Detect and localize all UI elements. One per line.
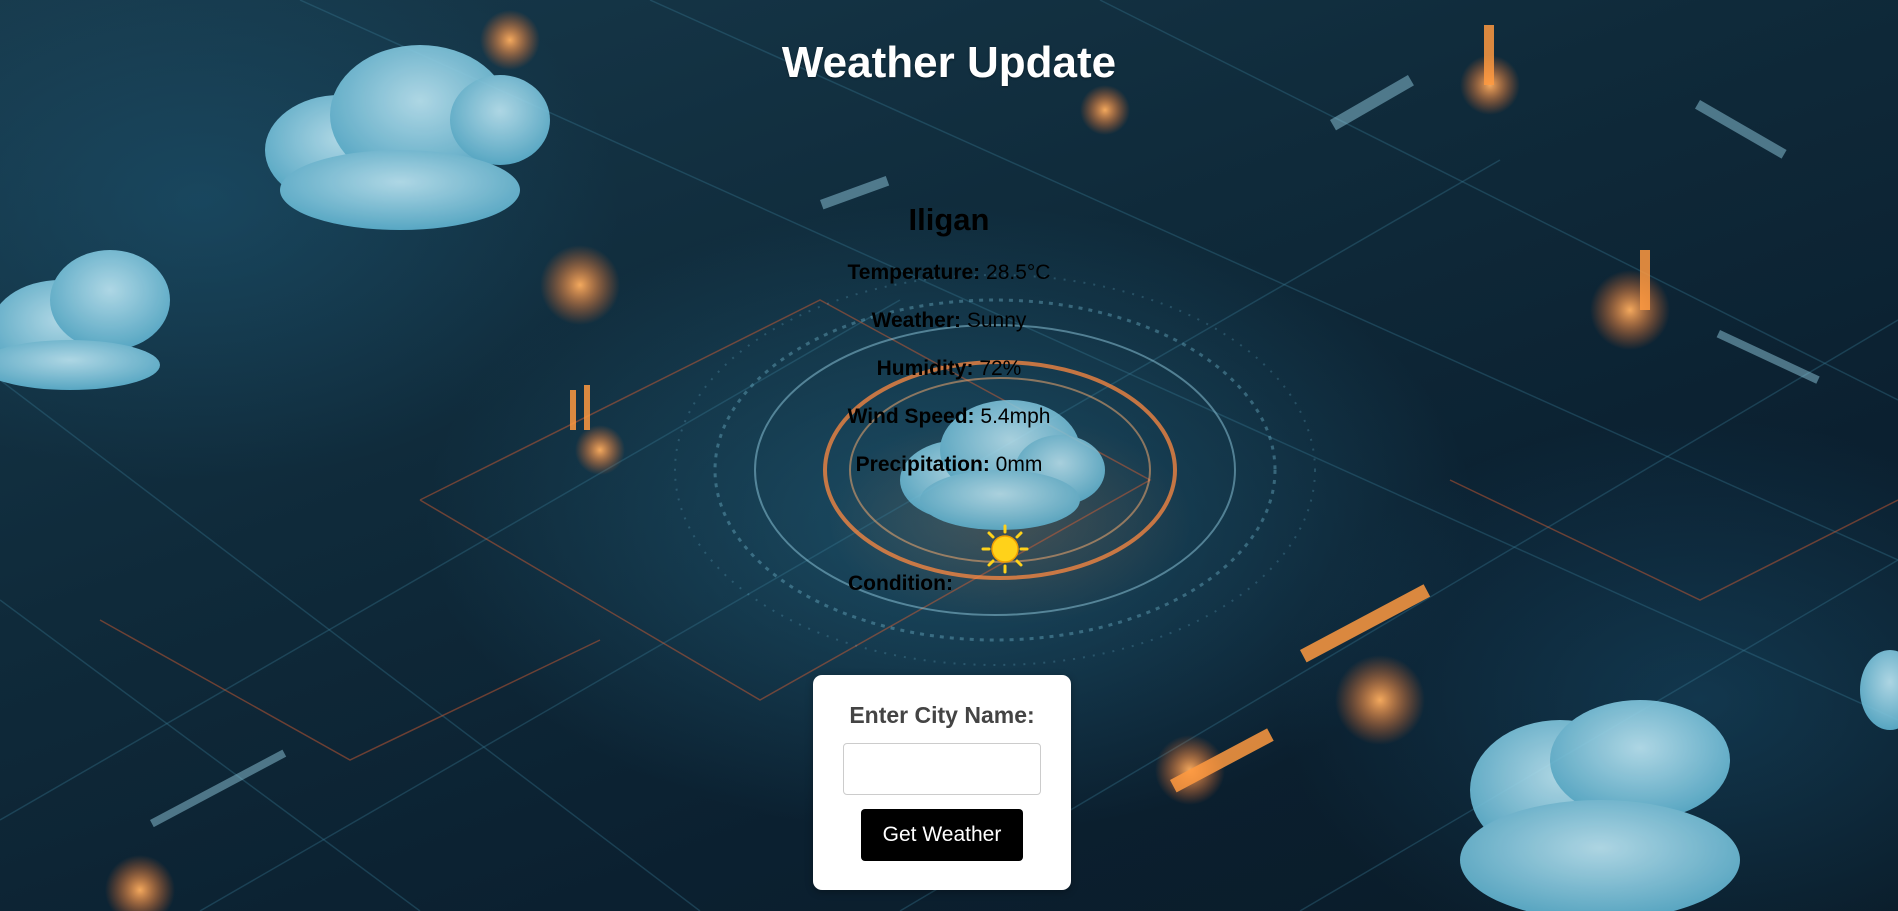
city-input[interactable] [843, 743, 1041, 795]
condition-label: Condition: [848, 572, 953, 595]
search-card: Enter City Name: Get Weather [813, 675, 1071, 890]
wind-speed-value: 5.4mph [980, 405, 1051, 428]
temperature-value: 28.5°C [986, 261, 1051, 284]
precipitation-label: Precipitation: [855, 453, 990, 476]
precipitation-value: 0mm [995, 453, 1043, 476]
humidity-label: Humidity: [876, 357, 974, 380]
humidity-row: Humidity: 72% [749, 356, 1149, 381]
temperature-label: Temperature: [847, 261, 981, 284]
get-weather-button[interactable]: Get Weather [861, 809, 1023, 861]
humidity-value: 72% [979, 357, 1022, 380]
wind-speed-label: Wind Speed: [847, 405, 975, 428]
weather-info: Iligan Temperature: 28.5°C Weather: Sunn… [749, 196, 1149, 500]
precipitation-row: Precipitation: 0mm [749, 452, 1149, 477]
weather-label: Weather: [871, 309, 962, 332]
temperature-row: Temperature: 28.5°C [749, 260, 1149, 285]
wind-speed-row: Wind Speed: 5.4mph [749, 404, 1149, 429]
sun-icon [975, 522, 1035, 576]
weather-value: Sunny [966, 309, 1027, 332]
weather-row: Weather: Sunny [749, 308, 1149, 333]
city-input-label: Enter City Name: [849, 702, 1035, 728]
city-name: Iligan [908, 202, 990, 237]
page-title: Weather Update [781, 38, 1117, 87]
